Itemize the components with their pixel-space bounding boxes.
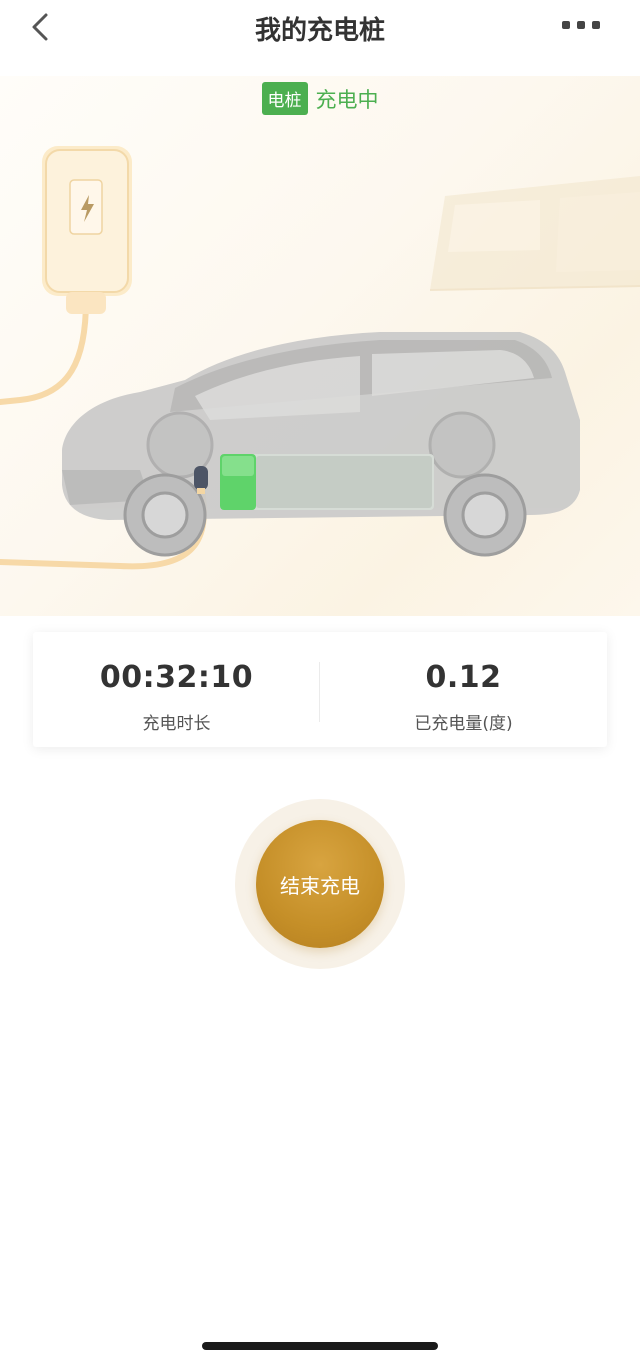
more-icon	[562, 21, 570, 29]
energy-stat: 0.12 已充电量(度)	[320, 632, 607, 747]
navigation-bar: 我的充电桩	[0, 0, 640, 56]
more-button[interactable]	[562, 21, 600, 31]
more-icon-dot	[592, 21, 600, 29]
status-badge: 电桩	[261, 82, 308, 115]
charging-stats-card: 00:32:10 充电时长 0.12 已充电量(度)	[33, 632, 607, 747]
duration-value: 00:32:10	[99, 660, 254, 695]
charging-illustration-area	[0, 76, 640, 616]
status-text: 充电中	[315, 87, 379, 112]
home-indicator[interactable]	[202, 1342, 438, 1350]
more-icon-dot	[577, 21, 585, 29]
duration-label: 充电时长	[142, 714, 211, 734]
car-illustration	[0, 146, 640, 570]
duration-stat: 00:32:10 充电时长	[33, 632, 320, 747]
energy-label: 已充电量(度)	[414, 714, 513, 734]
charging-cable-upper	[0, 297, 89, 405]
background-building	[429, 176, 640, 291]
page-title: 我的充电桩	[254, 16, 385, 46]
stop-charging-button-halo: 结束充电	[235, 799, 405, 969]
stop-charging-button[interactable]: 结束充电	[256, 820, 384, 948]
charger-icon	[42, 146, 132, 314]
battery-indicator	[220, 454, 434, 510]
energy-value: 0.12	[425, 660, 502, 695]
charging-status: 电桩 充电中	[0, 82, 640, 116]
